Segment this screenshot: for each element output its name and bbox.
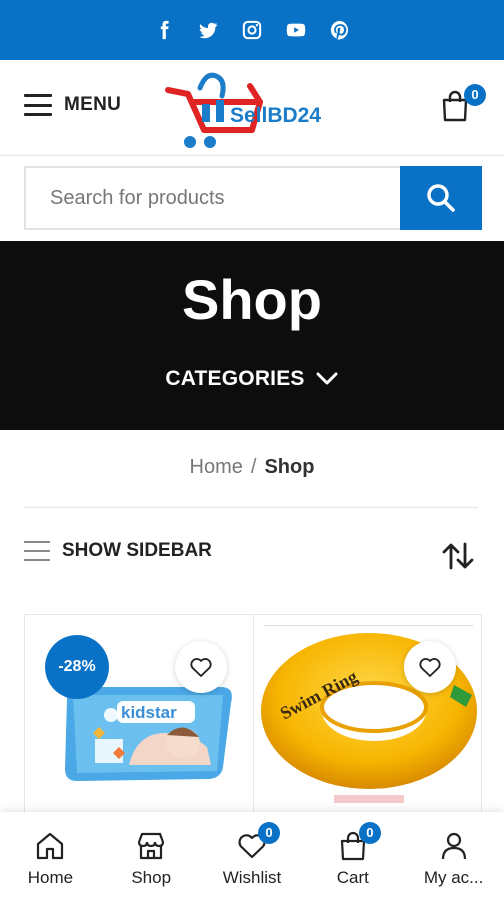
home-icon <box>37 832 64 860</box>
menu-button[interactable]: MENU <box>24 94 121 116</box>
instagram-icon[interactable] <box>240 18 264 42</box>
search-input[interactable] <box>24 166 400 230</box>
breadcrumb-separator: / <box>250 456 257 478</box>
store-icon <box>138 832 165 860</box>
logo-text: SellBD24 <box>230 104 322 127</box>
page-title: Shop <box>182 268 322 331</box>
search-button[interactable] <box>400 166 482 230</box>
heart-icon <box>190 658 212 677</box>
heart-icon <box>419 658 441 677</box>
youtube-icon[interactable] <box>284 18 308 42</box>
nav-wishlist-label: Wishlist <box>222 868 282 887</box>
categories-toggle[interactable]: CATEGORIES <box>0 367 504 391</box>
nav-my-account[interactable]: My ac... <box>403 812 504 900</box>
product-grid: kidstar -28% Swim Ring <box>24 614 483 825</box>
sort-arrows-icon <box>442 542 474 570</box>
search-bar <box>24 166 482 230</box>
nav-shop[interactable]: Shop <box>101 812 202 900</box>
nav-cart-label: Cart <box>336 868 369 887</box>
nav-wishlist[interactable]: 0 Wishlist <box>202 812 303 900</box>
bottom-navigation: Home Shop 0 Wishlist 0 Cart My ac... <box>0 812 504 900</box>
twitter-icon[interactable] <box>196 18 220 42</box>
sort-button[interactable] <box>440 540 476 572</box>
product-card[interactable]: Swim Ring <box>254 615 483 825</box>
wishlist-count-badge: 0 <box>258 822 281 844</box>
page-hero: Shop CATEGORIES <box>0 241 504 430</box>
facebook-icon[interactable] <box>152 18 176 42</box>
show-sidebar-button[interactable]: SHOW SIDEBAR <box>24 540 212 562</box>
breadcrumb-current: Shop <box>264 456 315 478</box>
product-image-brand: kidstar <box>121 703 177 722</box>
discount-badge: -28% <box>45 635 109 699</box>
nav-home[interactable]: Home <box>0 812 101 900</box>
site-logo[interactable]: SellBD24 <box>160 66 350 154</box>
chevron-down-icon <box>316 372 338 385</box>
search-icon <box>427 184 455 212</box>
product-image[interactable]: Swim Ring <box>254 615 483 825</box>
user-icon <box>441 832 466 860</box>
nav-home-label: Home <box>27 868 74 887</box>
cart-count-badge: 0 <box>358 822 381 844</box>
pinterest-icon[interactable] <box>328 18 352 42</box>
breadcrumb: Home / Shop <box>0 456 504 479</box>
header-cart-count-badge: 0 <box>464 84 486 106</box>
menu-label: MENU <box>64 94 122 115</box>
breadcrumb-home-link[interactable]: Home <box>190 456 243 478</box>
nav-my-account-label: My ac... <box>423 868 484 887</box>
nav-cart[interactable]: 0 Cart <box>302 812 403 900</box>
hamburger-icon <box>24 94 52 116</box>
header-cart-button[interactable]: 0 <box>441 84 486 126</box>
site-header: MENU SellBD24 0 <box>0 60 504 156</box>
add-to-wishlist-button[interactable] <box>404 641 456 693</box>
divider <box>24 507 478 508</box>
nav-shop-label: Shop <box>131 868 172 887</box>
categories-label: CATEGORIES <box>165 367 305 390</box>
add-to-wishlist-button[interactable] <box>175 641 227 693</box>
social-bar <box>0 0 504 60</box>
sidebar-lines-icon <box>24 541 50 561</box>
product-card[interactable]: kidstar -28% <box>25 615 254 825</box>
show-sidebar-label: SHOW SIDEBAR <box>62 540 212 561</box>
